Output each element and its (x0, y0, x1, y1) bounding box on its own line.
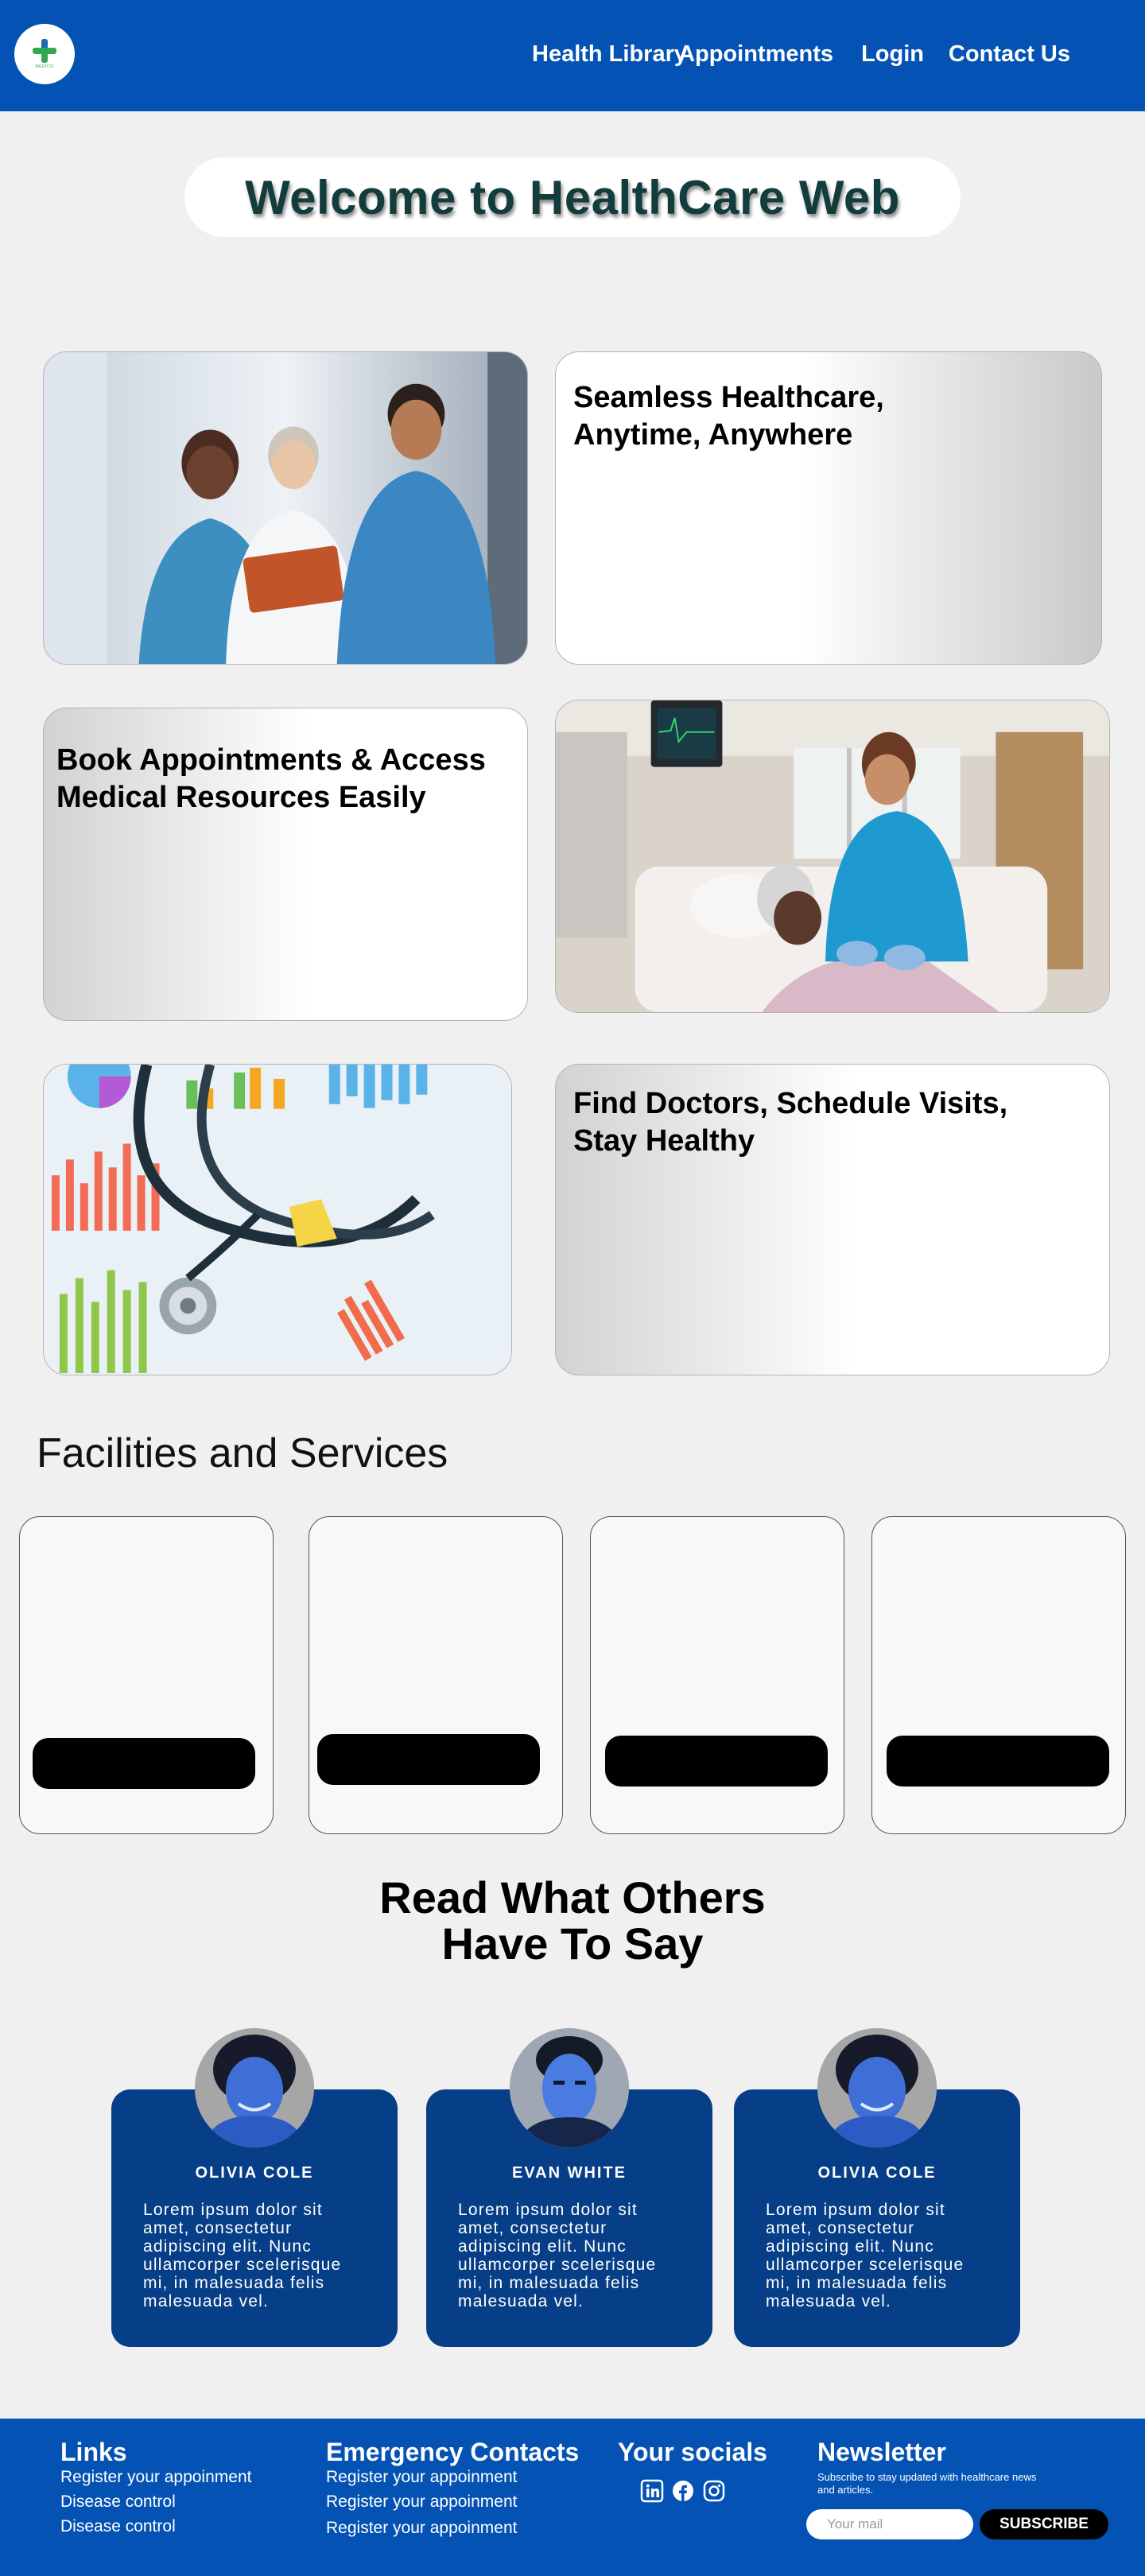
nav-appointments[interactable]: Appointments (678, 41, 833, 68)
newsletter-description: Subscribe to stay updated with healthcar… (817, 2471, 1037, 2496)
page-title: Welcome to HealthCare Web (245, 170, 900, 224)
avatar (510, 2028, 629, 2147)
footer-socials-title: Your socials (618, 2438, 767, 2466)
header: MEDICO Health Library Appointments Login… (0, 0, 1145, 111)
facility-button[interactable] (605, 1736, 828, 1787)
footer-link[interactable]: Register your appoinment (60, 2468, 251, 2487)
facebook-icon[interactable] (671, 2479, 695, 2503)
nav-login[interactable]: Login (861, 41, 924, 68)
facilities-title: Facilities and Services (37, 1430, 448, 1476)
hero-card-heading: Find Doctors, Schedule Visits, Stay Heal… (573, 1087, 1008, 1158)
hospital-bed-photo (555, 700, 1110, 1013)
avatar (817, 2028, 937, 2147)
avatar (195, 2028, 314, 2147)
facility-card[interactable] (309, 1516, 563, 1834)
linkedin-icon[interactable] (640, 2479, 664, 2503)
footer-link[interactable]: Disease control (60, 2517, 176, 2536)
footer: Links Register your appoinment Disease c… (0, 2419, 1145, 2576)
medical-cross-icon (33, 39, 56, 63)
stethoscope-charts-photo (43, 1064, 512, 1375)
facility-card[interactable] (871, 1516, 1126, 1834)
subscribe-button[interactable]: SUBSCRIBE (980, 2509, 1108, 2539)
testimonials-title: Read What Others Have To Say (379, 1872, 766, 1969)
emergency-link[interactable]: Register your appoinment (326, 2468, 517, 2487)
hero-card-find-doctors: Find Doctors, Schedule Visits, Stay Heal… (555, 1064, 1110, 1375)
nav-contact-us[interactable]: Contact Us (949, 41, 1070, 68)
hero-card-heading: Book Appointments & Access Medical Resou… (56, 743, 486, 814)
footer-links-title: Links (60, 2438, 127, 2466)
hero-card-appointments: Book Appointments & Access Medical Resou… (43, 708, 528, 1021)
testimonial-text: Lorem ipsum dolor sit amet, consectetur … (143, 2201, 342, 2310)
hero-card-seamless: Seamless Healthcare, Anytime, Anywhere (555, 351, 1102, 665)
facility-button[interactable] (887, 1736, 1109, 1787)
newsletter-email-input[interactable] (806, 2509, 973, 2539)
nav-health-library[interactable]: Health Library (532, 41, 687, 68)
emergency-link[interactable]: Register your appoinment (326, 2519, 517, 2538)
facility-card[interactable] (19, 1516, 274, 1834)
logo[interactable]: MEDICO (14, 24, 75, 84)
footer-newsletter-title: Newsletter (817, 2438, 946, 2466)
emergency-link[interactable]: Register your appoinment (326, 2493, 517, 2512)
hero-card-heading: Seamless Healthcare, Anytime, Anywhere (573, 381, 884, 452)
footer-link[interactable]: Disease control (60, 2493, 176, 2512)
welcome-banner: Welcome to HealthCare Web (184, 157, 961, 237)
testimonial-name: EVAN WHITE (511, 2164, 627, 2182)
logo-text: MEDICO (35, 64, 54, 69)
facility-card[interactable] (590, 1516, 844, 1834)
facility-button[interactable] (33, 1738, 255, 1789)
testimonial-text: Lorem ipsum dolor sit amet, consectetur … (766, 2201, 965, 2310)
testimonial-name: OLIVIA COLE (817, 2164, 937, 2182)
facility-button[interactable] (317, 1734, 540, 1785)
instagram-icon[interactable] (702, 2479, 726, 2503)
testimonial-name: OLIVIA COLE (195, 2164, 314, 2182)
testimonial-text: Lorem ipsum dolor sit amet, consectetur … (458, 2201, 657, 2310)
footer-emergency-title: Emergency Contacts (326, 2438, 580, 2466)
doctors-team-photo (43, 351, 528, 665)
